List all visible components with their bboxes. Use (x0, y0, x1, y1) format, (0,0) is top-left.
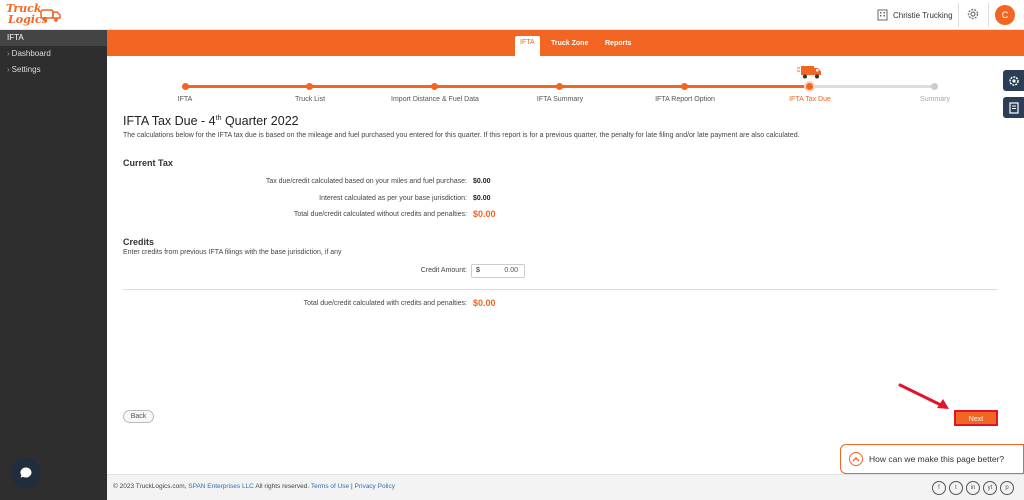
step-label-ifta: IFTA (177, 96, 193, 103)
step-dot (182, 83, 189, 90)
top-header: Truck Logics Christie Trucking C (0, 0, 1024, 30)
sidebar-item-label: Dashboard (11, 49, 51, 58)
logo-truck-icon (40, 9, 61, 22)
interest-value: $0.00 (473, 195, 491, 202)
back-button[interactable]: Back (123, 410, 154, 423)
header-divider (988, 3, 989, 27)
notes-float-icon[interactable] (1003, 97, 1024, 118)
step-label-report-option: IFTA Report Option (655, 96, 715, 103)
step-dot (931, 83, 938, 90)
feedback-widget[interactable]: How can we make this page better? (840, 444, 1024, 474)
span-enterprises-link[interactable]: SPAN Enterprises LLC (188, 483, 254, 490)
feedback-label: How can we make this page better? (869, 454, 1005, 464)
next-button[interactable]: Next (954, 410, 998, 426)
sidebar: IFTA › Dashboard › Settings (0, 30, 107, 500)
page-description: The calculations below for the IFTA tax … (123, 132, 800, 139)
header-divider (958, 3, 959, 27)
step-label-truck-list: Truck List (294, 96, 326, 103)
step-dot (306, 83, 313, 90)
sidebar-section-ifta[interactable]: IFTA (0, 30, 107, 46)
interest-label: Interest calculated as per your base jur… (319, 195, 467, 202)
total-without-credits-label: Total due/credit calculated without cred… (293, 211, 467, 218)
step-label-ifta-summary: IFTA Summary (536, 96, 584, 103)
truck-icon (797, 66, 821, 79)
sidebar-item-settings[interactable]: › Settings (0, 62, 107, 78)
credit-amount-input[interactable]: $ 0.00 (471, 264, 525, 278)
company-switcher[interactable]: Christie Trucking (877, 7, 953, 23)
step-label-import: Import Distance & Fuel Data (391, 96, 479, 103)
privacy-policy-link[interactable]: Privacy Policy (355, 483, 395, 490)
sidebar-item-dashboard[interactable]: › Dashboard (0, 46, 107, 62)
terms-of-use-link[interactable]: Terms of Use (311, 483, 349, 490)
progress-stepper: IFTA Truck List Import Distance & Fuel D… (107, 56, 1002, 112)
chat-icon[interactable] (11, 458, 41, 488)
credit-amount-value: 0.00 (504, 267, 518, 274)
tab-truck-zone[interactable]: Truck Zone (546, 36, 593, 52)
chevron-right-icon: › (7, 49, 10, 58)
tax-due-value: $0.00 (473, 178, 491, 185)
social-links: f t in yt p (932, 481, 1014, 495)
tax-due-label: Tax due/credit calculated based on your … (265, 178, 467, 185)
chevron-right-icon: › (7, 65, 10, 74)
trucklogics-logo[interactable]: Truck Logics (6, 3, 62, 27)
footer: © 2023 TruckLogics.com, SPAN Enterprises… (107, 474, 1024, 500)
credits-description: Enter credits from previous IFTA filings… (123, 249, 342, 256)
step-label-summary: Summary (920, 96, 950, 103)
pinterest-icon[interactable]: p (1000, 481, 1014, 495)
twitter-icon[interactable]: t (949, 481, 963, 495)
step-dot-current (806, 83, 813, 90)
stepper-remaining-line (810, 85, 935, 88)
step-label-tax-due: IFTA Tax Due (789, 96, 831, 103)
total-without-credits-value: $0.00 (473, 209, 496, 219)
chevron-up-icon (849, 452, 863, 466)
building-icon (877, 9, 888, 21)
currency-symbol: $ (476, 267, 480, 274)
gear-icon[interactable] (966, 7, 980, 21)
settings-float-icon[interactable] (1003, 70, 1024, 91)
stepper-progress-line (185, 85, 810, 88)
total-with-credits-label: Total due/credit calculated with credits… (303, 300, 467, 307)
tab-ifta[interactable]: IFTA (515, 36, 540, 56)
user-avatar[interactable]: C (995, 5, 1015, 25)
step-dot (556, 83, 563, 90)
total-with-credits-value: $0.00 (473, 298, 496, 308)
section-divider (123, 289, 998, 290)
footer-copyright: © 2023 TruckLogics.com, SPAN Enterprises… (113, 483, 395, 490)
current-tax-heading: Current Tax (123, 158, 173, 168)
linkedin-icon[interactable]: in (966, 481, 980, 495)
credit-amount-label: Credit Amount: (420, 267, 467, 274)
step-dot (681, 83, 688, 90)
main-content: IFTA Truck List Import Distance & Fuel D… (107, 56, 1002, 470)
credits-heading: Credits (123, 237, 155, 247)
red-arrow-icon (898, 383, 949, 409)
top-nav: IFTA Truck Zone Reports (107, 30, 1024, 56)
sidebar-item-label: Settings (11, 65, 41, 74)
page-title: IFTA Tax Due - 4th Quarter 2022 (123, 114, 299, 128)
tab-reports[interactable]: Reports (600, 36, 636, 52)
facebook-icon[interactable]: f (932, 481, 946, 495)
step-dot (431, 83, 438, 90)
youtube-icon[interactable]: yt (983, 481, 997, 495)
company-name: Christie Trucking (893, 10, 953, 20)
